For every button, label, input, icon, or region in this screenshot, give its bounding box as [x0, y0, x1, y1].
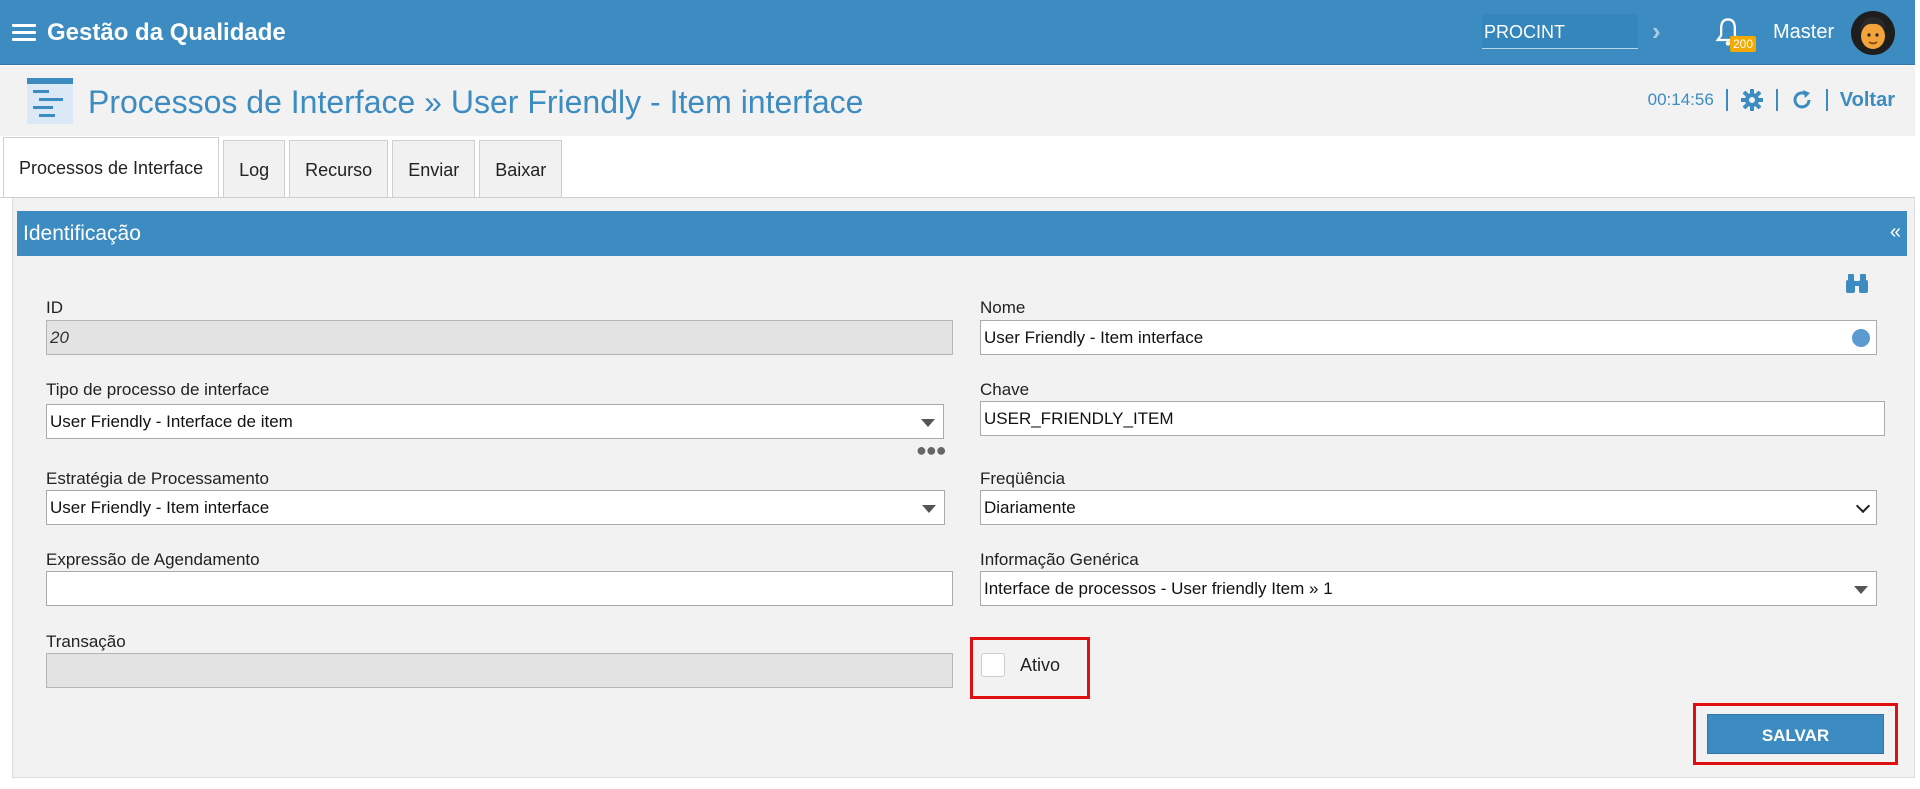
divider	[1725, 89, 1728, 111]
form-panel: Identificação «	[12, 198, 1915, 778]
hamburger-icon[interactable]	[12, 24, 36, 42]
tab-enviar[interactable]: Enviar	[392, 140, 476, 198]
avatar[interactable]	[1851, 11, 1895, 55]
expressao-label: Expressão de Agendamento	[46, 550, 260, 569]
page-title: Processos de Interface » User Friendly -…	[88, 84, 864, 120]
nome-value: User Friendly - Item interface	[984, 328, 1204, 347]
back-link[interactable]: Voltar	[1840, 89, 1895, 112]
id-label: ID	[46, 298, 63, 317]
tab-bar: Processos de Interface Log Recurso Envia…	[3, 137, 566, 198]
chave-label: Chave	[980, 380, 1030, 399]
estrategia-label: Estratégia de Processamento	[46, 469, 270, 488]
ativo-label: Ativo	[1020, 655, 1061, 675]
nome-field[interactable]: User Friendly - Item interface	[980, 320, 1877, 355]
save-button[interactable]: SALVAR	[1707, 714, 1884, 754]
ativo-checkbox[interactable]	[981, 653, 1005, 677]
transacao-field	[46, 653, 953, 688]
chevron-right-icon[interactable]: ›	[1652, 16, 1661, 47]
id-field: 20	[46, 320, 953, 355]
top-bar: Gestão da Qualidade PROCINT › 200 Master	[0, 0, 1915, 65]
tab-recurso[interactable]: Recurso	[289, 140, 389, 198]
tab-log[interactable]: Log	[223, 140, 286, 198]
informacao-value: Interface de processos - User friendly I…	[984, 579, 1333, 598]
page-header: Processos de Interface » User Friendly -…	[0, 66, 1915, 136]
gear-icon[interactable]	[1740, 88, 1764, 112]
divider	[1775, 89, 1778, 111]
app-root: Gestão da Qualidade PROCINT › 200 Master	[0, 0, 1920, 789]
tipo-select[interactable]: User Friendly - Interface de item	[46, 404, 944, 439]
tipo-value: User Friendly - Interface de item	[50, 412, 293, 431]
user-name[interactable]: Master	[1773, 21, 1834, 44]
binoculars-icon[interactable]	[1845, 272, 1869, 294]
tab-baixar[interactable]: Baixar	[479, 140, 563, 198]
tipo-label: Tipo de processo de interface	[46, 380, 270, 399]
frequencia-select[interactable]: Diariamente	[980, 490, 1877, 525]
context-field[interactable]: PROCINT	[1482, 14, 1638, 49]
informacao-select[interactable]: Interface de processos - User friendly I…	[980, 571, 1877, 606]
frequencia-label: Freqüência	[980, 469, 1066, 488]
chevron-down-icon	[922, 505, 936, 513]
globe-icon[interactable]	[1852, 329, 1870, 347]
tab-processos-de-interface[interactable]: Processos de Interface	[3, 137, 220, 198]
page-tools: 00:14:56 Voltar	[1648, 88, 1895, 112]
collapse-icon[interactable]: «	[1890, 221, 1901, 244]
expressao-field[interactable]	[46, 571, 953, 606]
section-title: Identificação	[23, 222, 141, 245]
document-list-icon	[27, 78, 73, 124]
chave-field[interactable]: USER_FRIENDLY_ITEM	[980, 401, 1885, 436]
frequencia-value: Diariamente	[984, 498, 1076, 517]
transacao-label: Transação	[46, 632, 126, 651]
chevron-down-icon	[1855, 498, 1871, 514]
nome-label: Nome	[980, 298, 1026, 317]
estrategia-select[interactable]: User Friendly - Item interface	[46, 490, 945, 525]
more-options-icon[interactable]: ●●●	[916, 440, 947, 461]
notification-badge: 200	[1730, 36, 1757, 52]
divider	[1825, 89, 1828, 111]
estrategia-value: User Friendly - Item interface	[50, 498, 270, 517]
avatar-face-icon	[1851, 11, 1895, 55]
session-timer: 00:14:56	[1647, 90, 1714, 109]
refresh-icon[interactable]	[1790, 88, 1814, 112]
chevron-down-icon	[921, 419, 935, 427]
informacao-label: Informação Genérica	[980, 550, 1139, 569]
app-title: Gestão da Qualidade	[47, 19, 286, 46]
chevron-down-icon	[1854, 586, 1868, 594]
section-header-identificacao: Identificação «	[17, 211, 1907, 256]
